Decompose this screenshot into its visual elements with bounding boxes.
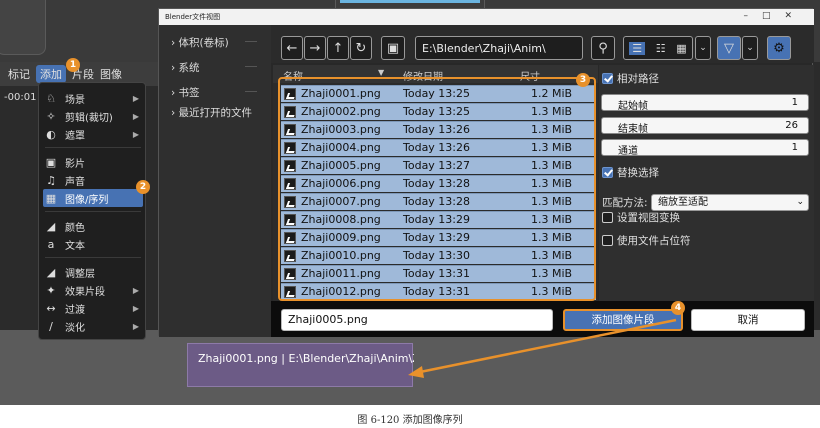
step-badge: 1 [66, 58, 80, 72]
step-badge: 2 [136, 180, 150, 194]
figure-caption: 图 6-120 添加图像序列 [357, 415, 463, 426]
step-badge: 3 [576, 73, 590, 87]
annotation-arrow [408, 318, 677, 378]
step-badge: 4 [671, 301, 685, 315]
